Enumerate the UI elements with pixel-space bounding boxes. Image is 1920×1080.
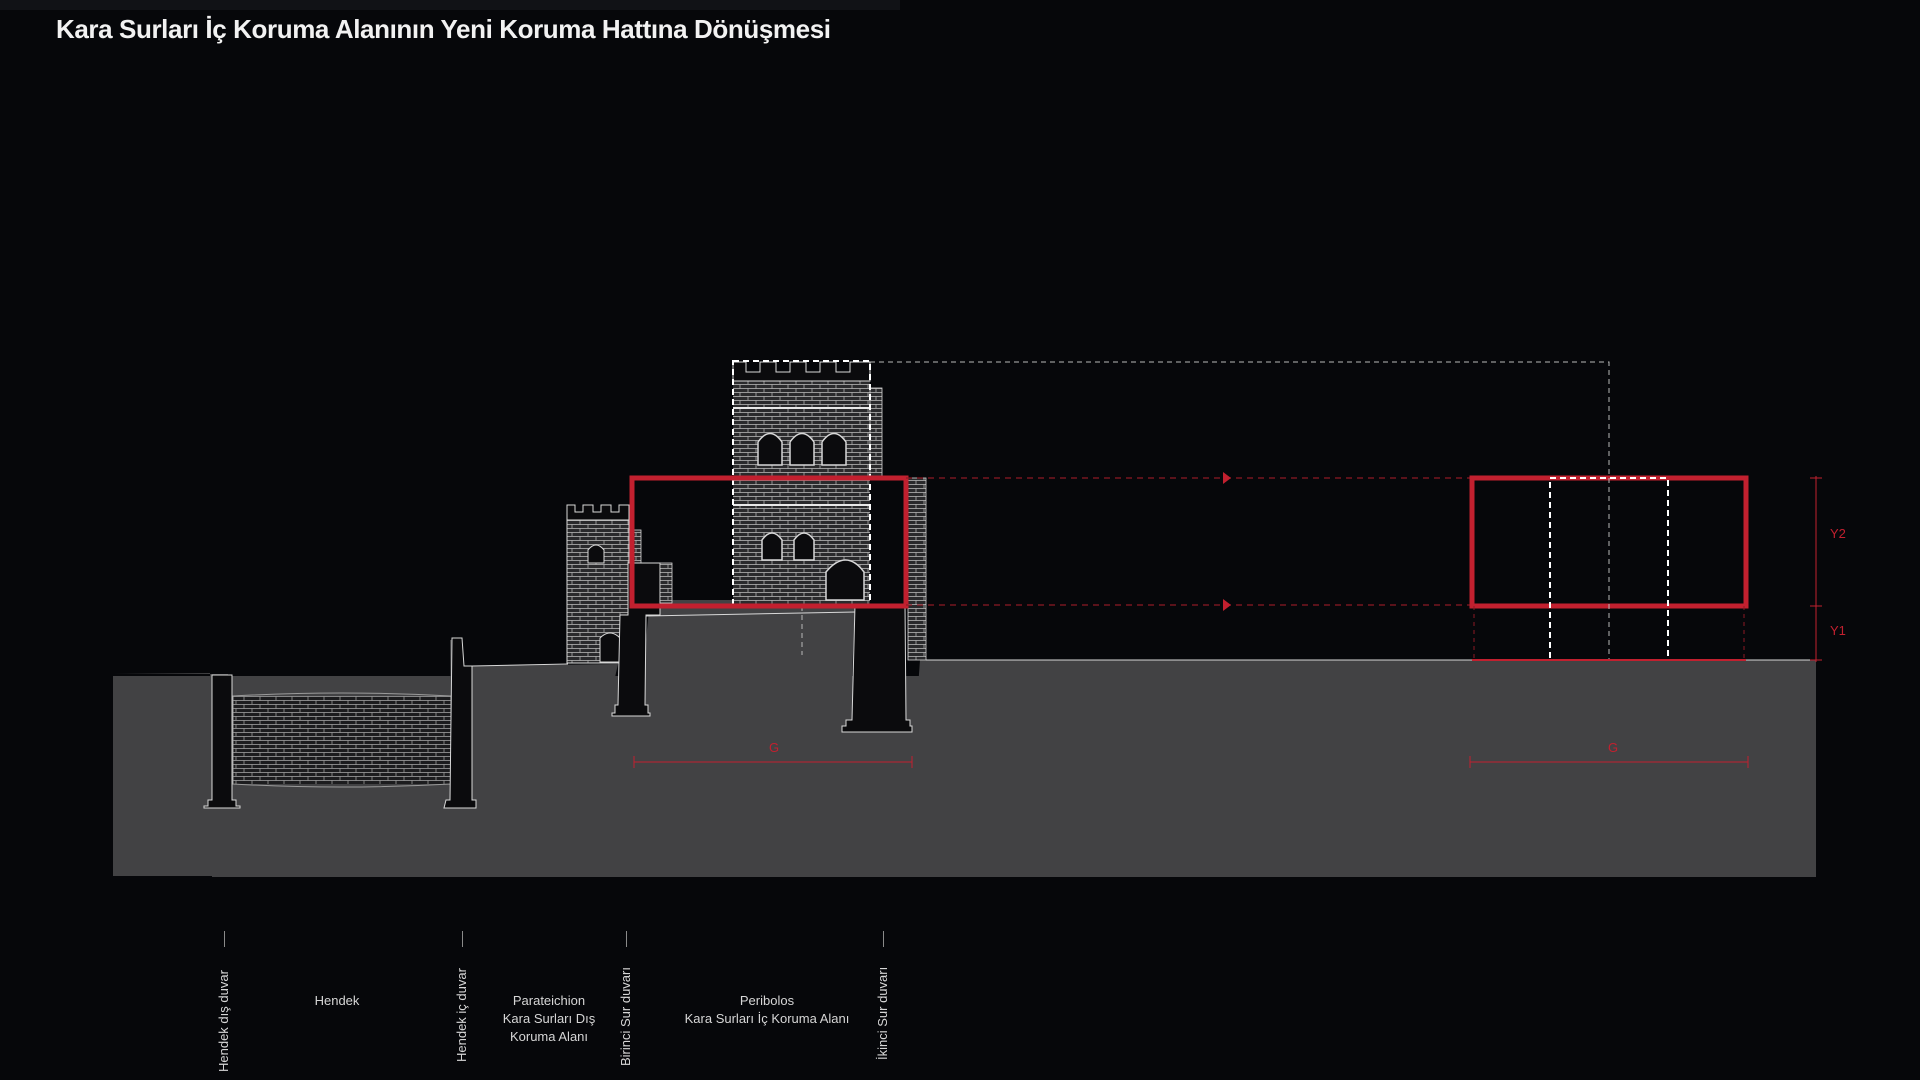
moat-brick-fill xyxy=(233,696,451,784)
zone-parateichion-line-2: Kara Surları Dış xyxy=(502,1011,596,1026)
main-tower-stair-lower xyxy=(907,477,927,661)
g-right-label: G xyxy=(1608,740,1618,755)
tick-birinci-sur-duvari xyxy=(626,931,627,947)
tower-height-projection-line xyxy=(870,361,1610,478)
zone-label-hendek: Hendek xyxy=(297,992,377,1010)
main-tower-upper-arches xyxy=(757,432,847,466)
label-ikinci-sur-duvari: İkinci Sur duvarı xyxy=(875,966,890,1060)
tick-hendek-dis-duvar xyxy=(224,931,225,947)
zone-peribolos-line-1: Peribolos xyxy=(739,993,795,1008)
g-left-label: G xyxy=(769,740,779,755)
label-birinci-sur-duvari: Birinci Sur duvarı xyxy=(618,967,633,1066)
zone-peribolos-line-2: Kara Surları İç Koruma Alanı xyxy=(684,1011,850,1026)
zone-parateichion-line-3: Koruma Alanı xyxy=(509,1029,589,1044)
label-hendek-dis-duvar: Hendek dış duvar xyxy=(216,970,231,1072)
label-hendek-ic-duvar: Hendek iç duvar xyxy=(454,968,469,1062)
y1-label: Y1 xyxy=(1830,623,1846,638)
tick-ikinci-sur-duvari xyxy=(883,931,884,947)
section-diagram: Y2 Y1 G G xyxy=(113,360,1846,877)
zone-label-parateichion: Parateichion Kara Surları Dış Koruma Ala… xyxy=(487,992,611,1046)
main-tower-crenellation xyxy=(732,361,871,382)
projection-arrow-top xyxy=(1223,472,1231,484)
zone-label-peribolos: Peribolos Kara Surları İç Koruma Alanı xyxy=(672,992,862,1028)
y2-label: Y2 xyxy=(1830,526,1846,541)
outer-tower-crenellation xyxy=(566,504,630,521)
tick-hendek-ic-duvar xyxy=(462,931,463,947)
first-wall-parapet xyxy=(659,562,673,604)
outer-tower-window-1 xyxy=(587,544,605,564)
main-tower-side-stair xyxy=(869,387,883,479)
outer-tower-window-2 xyxy=(599,632,621,663)
zone-parateichion-line-1: Parateichion xyxy=(512,993,586,1008)
zone-hendek-line-1: Hendek xyxy=(314,993,360,1008)
projection-arrow-bottom xyxy=(1223,599,1231,611)
